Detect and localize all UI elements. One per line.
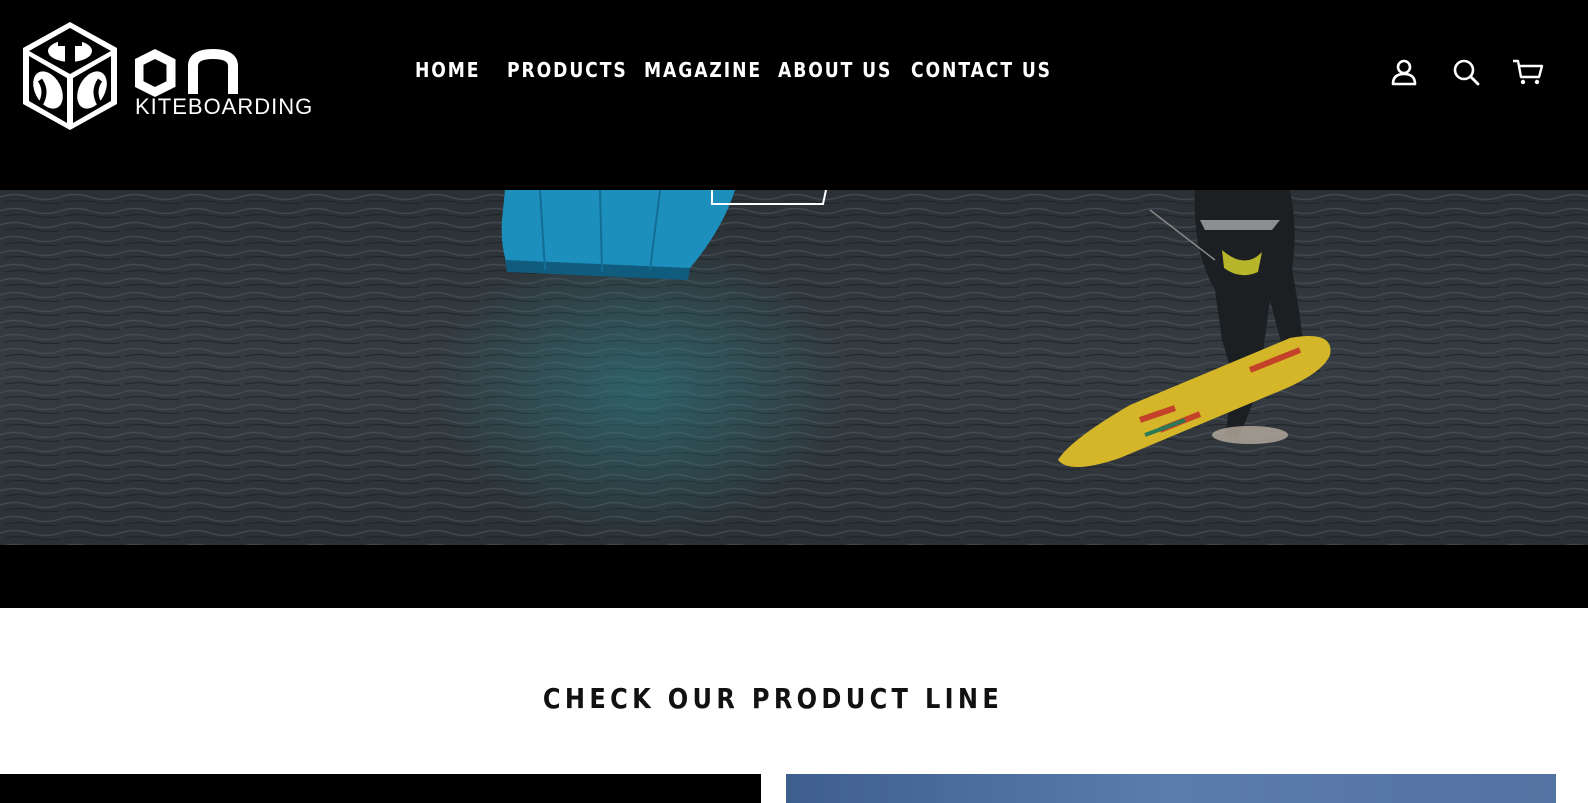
nav-item-home: HOME <box>415 54 491 86</box>
search-icon <box>1453 59 1480 86</box>
brand-subtext: KITEBOARDING <box>135 94 314 119</box>
hero-image <box>0 190 1588 545</box>
site-header: KITEBOARDING HOME PRODUCTS MAGAZINE ABOU… <box>0 0 1588 190</box>
nav-item-magazine: MAGAZINE <box>644 54 781 86</box>
cart-button[interactable] <box>1510 54 1546 90</box>
search-button[interactable] <box>1448 54 1484 90</box>
nav-link-about-us[interactable]: ABOUT US <box>778 54 892 86</box>
section-title: CHECK OUR PRODUCT LINE <box>542 682 1004 715</box>
hero-banner <box>0 190 1588 608</box>
product-card-left[interactable] <box>0 774 761 803</box>
nav-link-products[interactable]: PRODUCTS <box>507 54 628 86</box>
cart-icon <box>1513 59 1544 85</box>
nav-link-home[interactable]: HOME <box>415 54 480 86</box>
account-button[interactable] <box>1386 54 1422 90</box>
nav-link-magazine[interactable]: MAGAZINE <box>644 54 762 86</box>
header-icons <box>1386 52 1556 92</box>
user-icon <box>1391 59 1417 86</box>
nav-item-products: PRODUCTS <box>507 54 647 86</box>
product-card-right[interactable] <box>786 774 1556 803</box>
nav-item-contact-us: CONTACT US <box>911 54 1075 86</box>
nav-item-about-us: ABOUT US <box>778 54 911 86</box>
product-line-section: CHECK OUR PRODUCT LINE <box>0 608 1588 803</box>
cube-logo-icon <box>23 22 117 130</box>
nav-link-contact-us[interactable]: CONTACT US <box>911 54 1052 86</box>
brand-logo[interactable]: KITEBOARDING <box>20 20 345 132</box>
